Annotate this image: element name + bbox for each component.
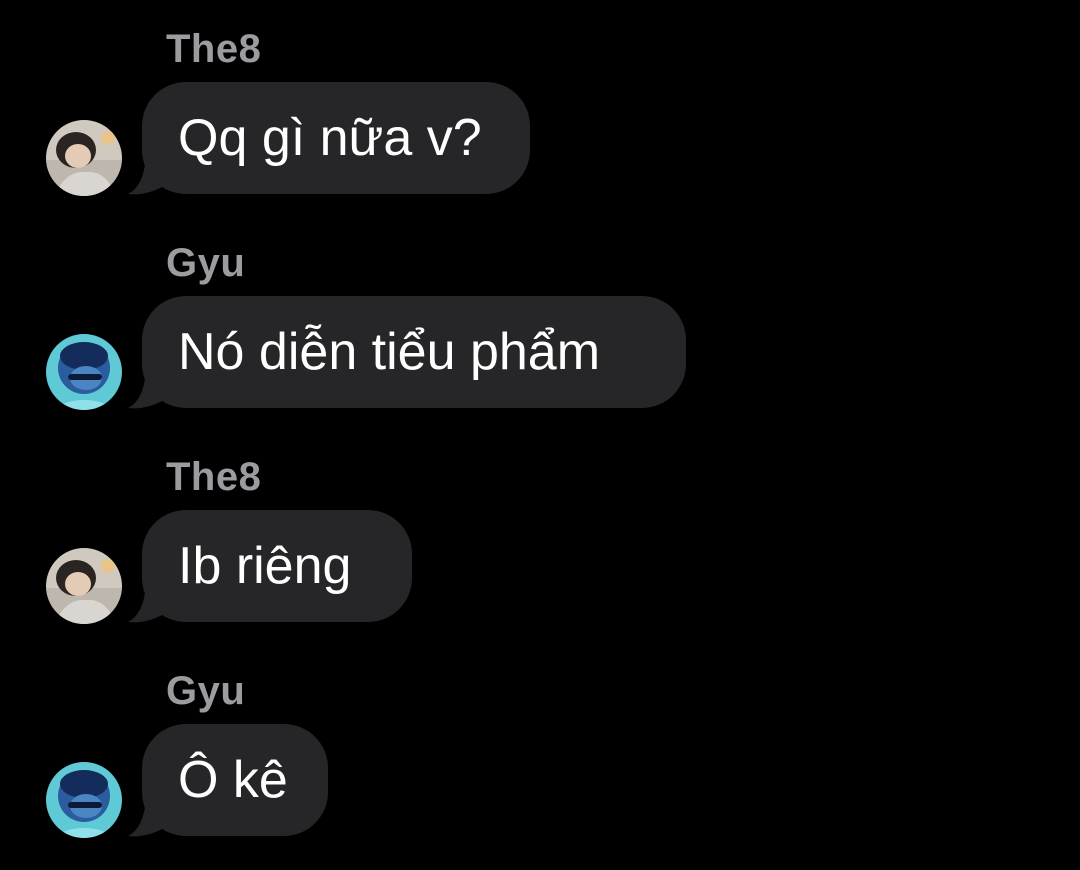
message-group-the8-1: The8 Qq gì nữa v?: [0, 26, 1080, 206]
person-hood-avatar-icon[interactable]: [46, 548, 122, 624]
message-text: Qq gì nữa v?: [178, 109, 482, 167]
blue-tinted-avatar-icon[interactable]: [46, 334, 122, 410]
sender-name: The8: [166, 27, 262, 71]
message-group-the8-2: The8 Ib riêng: [0, 454, 1080, 634]
message-text: Ô kê: [178, 751, 288, 809]
message-text: Ib riêng: [178, 537, 352, 595]
sender-name: Gyu: [166, 241, 246, 285]
sender-name: Gyu: [166, 669, 246, 713]
person-hood-avatar-icon[interactable]: [46, 120, 122, 196]
message-group-gyu-1: Gyu Nó diễn tiểu phẩm: [0, 240, 1080, 420]
message-bubble[interactable]: Ib riêng: [142, 510, 412, 622]
message-bubble[interactable]: Qq gì nữa v?: [142, 82, 530, 194]
message-text: Nó diễn tiểu phẩm: [178, 323, 601, 381]
blue-tinted-avatar-icon[interactable]: [46, 762, 122, 838]
message-bubble[interactable]: Ô kê: [142, 724, 328, 836]
message-bubble[interactable]: Nó diễn tiểu phẩm: [142, 296, 686, 408]
sender-name: The8: [166, 455, 262, 499]
message-group-gyu-2: Gyu Ô kê: [0, 668, 1080, 848]
chat-thread: The8 Qq gì nữa v? Gyu Nó diễn tiểu phẩm …: [0, 0, 1080, 870]
